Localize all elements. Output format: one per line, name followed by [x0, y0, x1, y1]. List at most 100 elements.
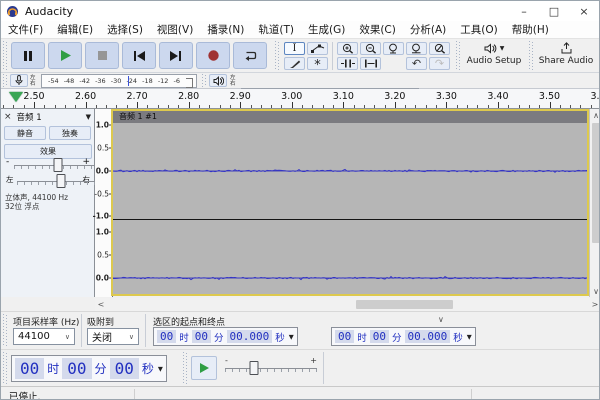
envelope-tool-button[interactable]	[307, 42, 328, 55]
menu-item-generate[interactable]: 生成(G)	[301, 21, 352, 39]
record-meter[interactable]: -54-48-42-36-30-24-18-12-6	[41, 74, 197, 88]
track-name[interactable]: 音频 1	[17, 111, 42, 123]
tools-toolbar-grabber[interactable]	[275, 41, 280, 70]
menu-item-effect[interactable]: 效果(C)	[352, 21, 403, 39]
selection-start-time[interactable]: 00 时 00 分 00.000 秒 ▼	[153, 327, 298, 346]
skip-to-start-button[interactable]	[122, 42, 156, 69]
pan-slider[interactable]: 左 右	[4, 173, 92, 187]
solo-button[interactable]: 独奏	[49, 126, 91, 140]
zoom-selection-button[interactable]	[383, 42, 404, 55]
play-at-speed-button[interactable]	[191, 356, 217, 380]
menu-item-transport[interactable]: 播录(N)	[200, 21, 251, 39]
play-button[interactable]	[48, 42, 82, 69]
selection-format-chevron-icon[interactable]: ∨	[438, 315, 444, 324]
horizontal-scrollbar[interactable]: < >	[95, 298, 600, 311]
vertical-scrollbar[interactable]: ∧ ∨	[589, 109, 600, 297]
scroll-right-icon[interactable]: >	[589, 298, 600, 311]
end-hours-unit: 时	[357, 330, 367, 344]
timeline-tick	[209, 105, 210, 108]
menu-item-analyze[interactable]: 分析(A)	[403, 21, 453, 39]
stop-button[interactable]	[85, 42, 119, 69]
audio-position-time[interactable]: 00 时 00 分 00 秒 ▼	[11, 355, 167, 382]
close-button[interactable]: ×	[569, 1, 599, 21]
menu-item-file[interactable]: 文件(F)	[1, 21, 50, 39]
undo-icon: ↶	[412, 57, 421, 70]
menu-item-tools[interactable]: 工具(O)	[453, 21, 504, 39]
scroll-left-icon[interactable]: <	[95, 298, 107, 311]
track-close-button[interactable]: ×	[4, 112, 12, 122]
audio-setup-grabber[interactable]	[456, 41, 461, 70]
draw-tool-button[interactable]	[284, 57, 305, 70]
gain-slider-thumb[interactable]	[54, 158, 63, 172]
skip-to-end-button[interactable]	[159, 42, 193, 69]
time-toolbar-grabber[interactable]	[3, 352, 8, 384]
scroll-up-icon[interactable]: ∧	[590, 109, 600, 121]
record-button[interactable]	[196, 42, 230, 69]
record-meter-grabber[interactable]	[3, 74, 8, 87]
record-meter-cursor	[128, 76, 129, 86]
dropdown-icon[interactable]: ▼	[158, 365, 163, 373]
transport-toolbar-grabber[interactable]	[3, 41, 8, 70]
share-audio-button[interactable]: Share Audio	[535, 41, 597, 71]
maximize-button[interactable]: □	[539, 1, 569, 21]
track-menu-button[interactable]: ▼	[86, 113, 91, 121]
loop-icon	[243, 49, 258, 62]
position-minutes[interactable]: 00	[62, 358, 91, 379]
zoom-out-button[interactable]	[360, 42, 381, 55]
start-seconds[interactable]: 00.000	[227, 330, 273, 343]
mute-button[interactable]: 静音	[4, 126, 46, 140]
playback-meter-grabber[interactable]	[202, 74, 207, 87]
redo-button[interactable]: ↷	[429, 57, 450, 70]
selection-tool-button[interactable]: I	[284, 42, 305, 55]
start-hours[interactable]: 00	[157, 330, 176, 343]
channel-2-waveform-area[interactable]	[113, 220, 587, 294]
pan-slider-thumb[interactable]	[57, 174, 66, 188]
share-audio-grabber[interactable]	[529, 41, 534, 70]
playback-speed-slider[interactable]: - +	[225, 360, 317, 376]
loop-button[interactable]	[233, 42, 267, 69]
zoom-fit-project-button[interactable]	[406, 42, 427, 55]
audio-setup-button[interactable]: ▼ Audio Setup	[463, 41, 525, 71]
menu-item-tracks[interactable]: 轨道(T)	[251, 21, 301, 39]
gain-slider[interactable]: - +	[4, 157, 92, 171]
channel-1-waveform-area[interactable]	[113, 123, 587, 219]
selection-end-time[interactable]: 00 时 00 分 00.000 秒 ▼	[331, 327, 476, 346]
record-meter-range-bracket	[186, 78, 193, 88]
trim-audio-button[interactable]	[337, 57, 358, 70]
menu-item-help[interactable]: 帮助(H)	[505, 21, 556, 39]
playback-meter-speaker-button[interactable]	[209, 74, 227, 87]
dropdown-icon[interactable]: ▼	[467, 333, 472, 341]
selection-toolbar-grabber[interactable]	[3, 314, 8, 347]
menu-item-view[interactable]: 视图(V)	[150, 21, 200, 39]
multi-tool-icon: *	[314, 63, 321, 69]
position-seconds[interactable]: 00	[110, 358, 139, 379]
minimize-button[interactable]: –	[509, 1, 539, 21]
scroll-down-icon[interactable]: ∨	[590, 285, 600, 297]
undo-button[interactable]: ↶	[406, 57, 427, 70]
speed-slider-thumb[interactable]	[250, 361, 259, 375]
position-hours[interactable]: 00	[15, 358, 44, 379]
audio-clip[interactable]: 音频 1 #1	[111, 109, 589, 296]
project-rate-combobox[interactable]: 44100 ∨	[13, 328, 75, 345]
timeline-tick	[55, 105, 56, 108]
ruler-label: -1.0	[93, 212, 109, 221]
clip-title-bar[interactable]: 音频 1 #1	[113, 111, 587, 123]
menu-item-edit[interactable]: 编辑(E)	[50, 21, 100, 39]
vertical-scrollbar-thumb[interactable]	[592, 123, 600, 243]
timeline-ruler[interactable]: 2.502.602.702.802.903.003.103.203.303.40…	[1, 89, 599, 109]
play-at-speed-grabber[interactable]	[183, 352, 188, 384]
zoom-toggle-button[interactable]	[429, 42, 450, 55]
silence-audio-button[interactable]	[360, 57, 381, 70]
record-meter-mic-button[interactable]	[10, 74, 28, 87]
end-hours[interactable]: 00	[335, 330, 354, 343]
start-minutes[interactable]: 00	[192, 330, 211, 343]
zoom-in-button[interactable]	[337, 42, 358, 55]
menu-item-select[interactable]: 选择(S)	[100, 21, 150, 39]
end-minutes[interactable]: 00	[370, 330, 389, 343]
horizontal-scrollbar-thumb[interactable]	[356, 300, 453, 309]
pause-button[interactable]	[11, 42, 45, 69]
end-seconds[interactable]: 00.000	[405, 330, 451, 343]
snap-to-combobox[interactable]: 关闭 ∨	[87, 328, 139, 345]
multi-tool-button[interactable]: *	[307, 57, 328, 70]
dropdown-icon[interactable]: ▼	[289, 333, 294, 341]
